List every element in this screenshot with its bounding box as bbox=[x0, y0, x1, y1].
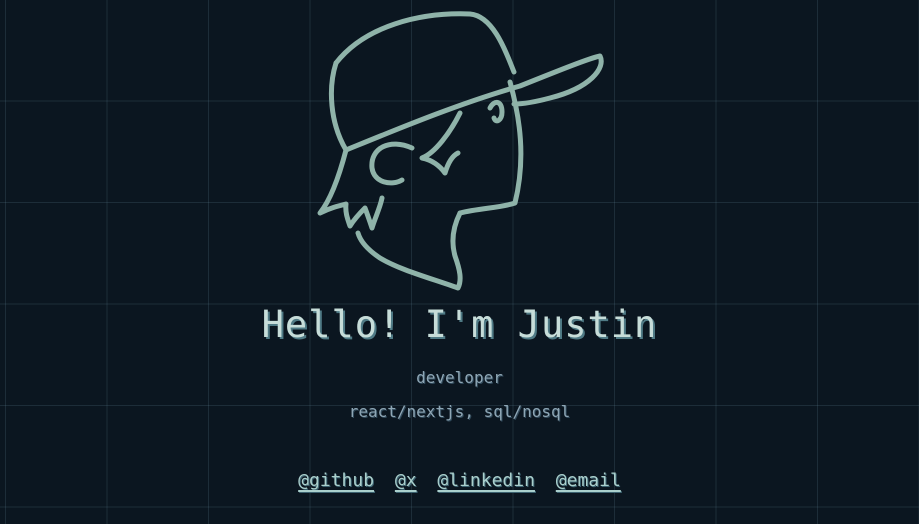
page-title: Hello! I'm Justin bbox=[261, 303, 658, 346]
linkedin-link[interactable]: @linkedin bbox=[437, 470, 535, 491]
role-text: developer bbox=[416, 368, 503, 387]
avatar-icon bbox=[310, 8, 610, 298]
github-link[interactable]: @github bbox=[298, 470, 374, 491]
social-links: @github @x @linkedin @email bbox=[0, 470, 919, 491]
page: Hello! I'm Justin developer react/nextjs… bbox=[0, 0, 919, 524]
tech-stack-text: react/nextjs, sql/nosql bbox=[348, 402, 571, 421]
email-link[interactable]: @email bbox=[556, 470, 621, 491]
x-link[interactable]: @x bbox=[395, 470, 417, 491]
